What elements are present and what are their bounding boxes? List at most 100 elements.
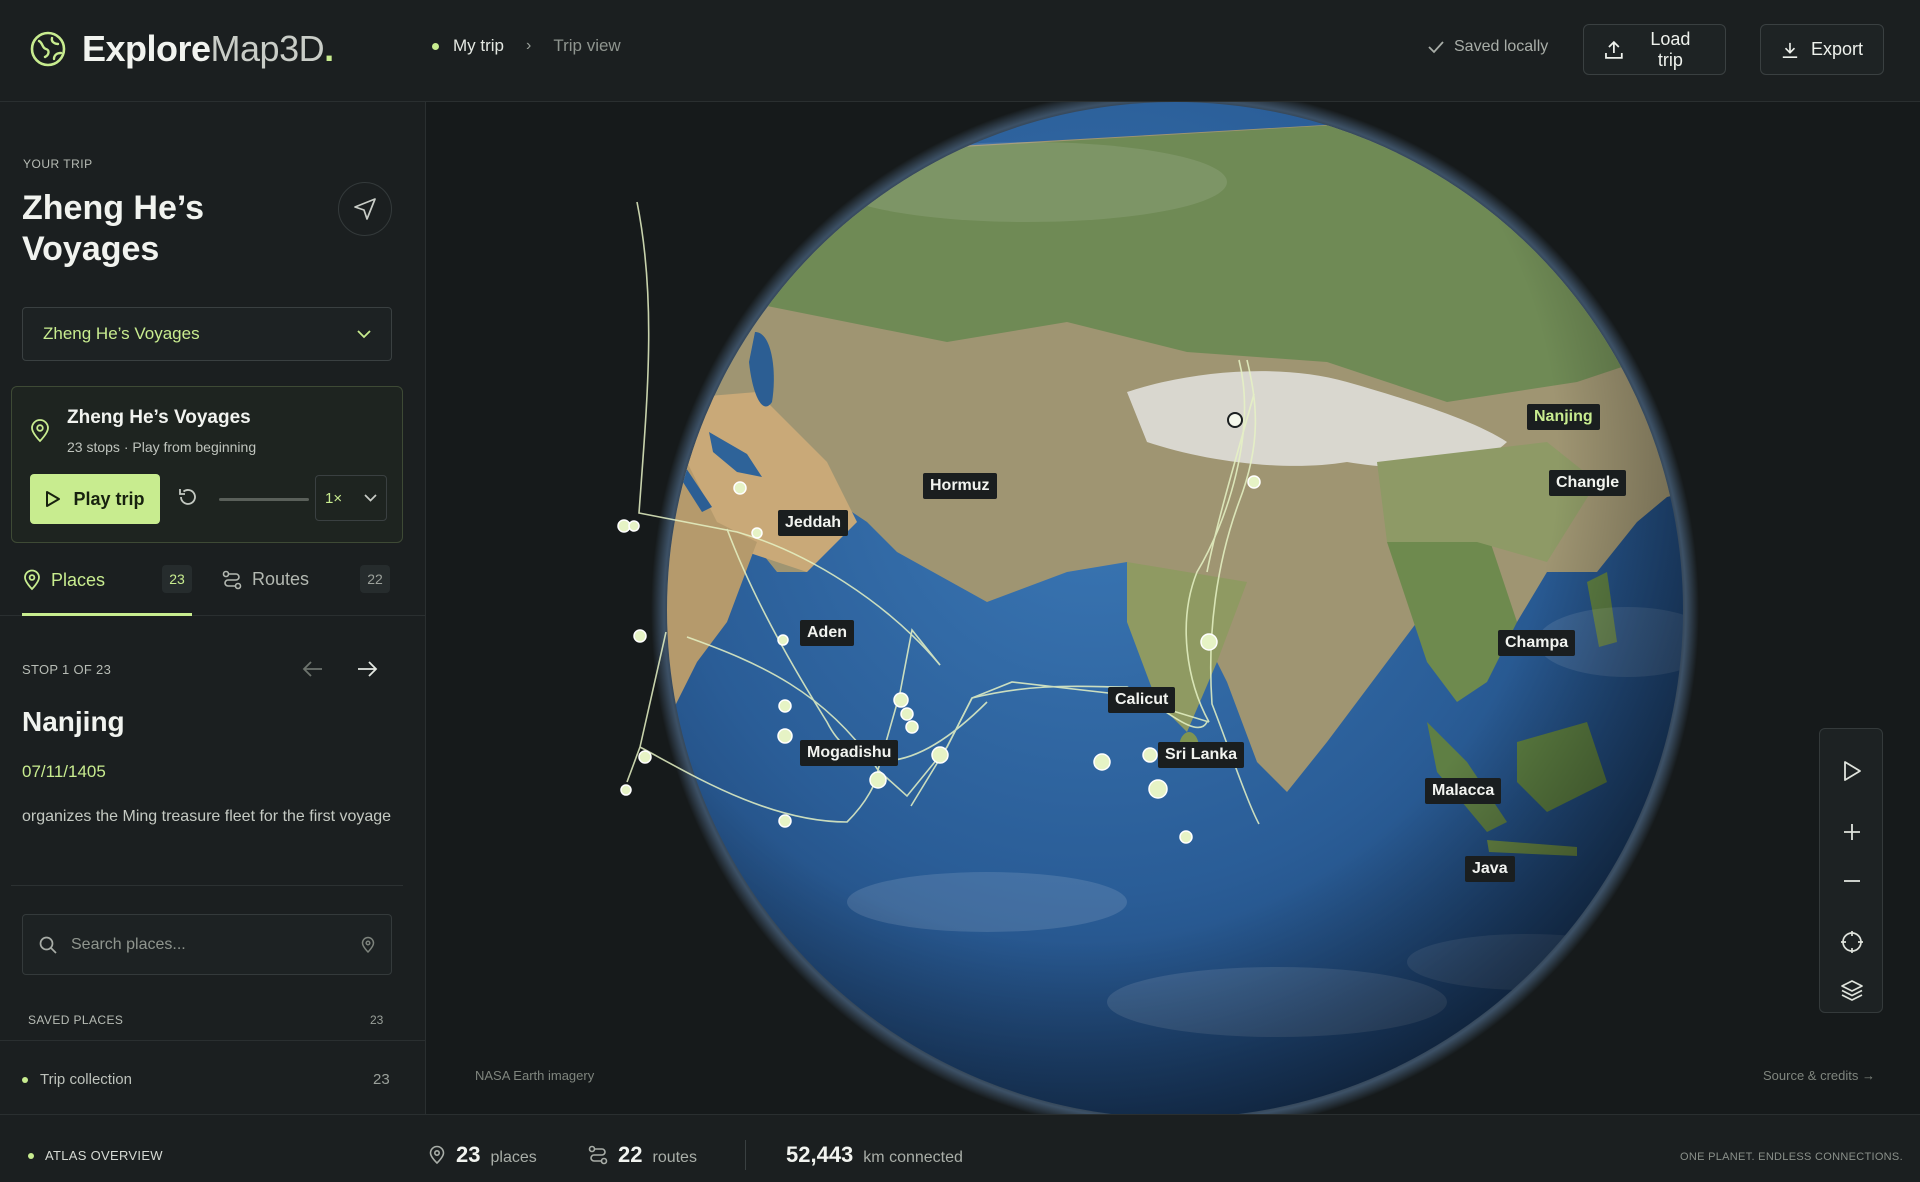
source-credits-link[interactable]: Source & credits →: [1763, 1068, 1875, 1083]
map-viewport[interactable]: Nanjing Changle Hormuz Jeddah Aden Champ…: [427, 102, 1920, 1114]
routes-unit: routes: [652, 1149, 697, 1166]
logo[interactable]: ExploreMap3D.: [28, 28, 334, 70]
play-trip-button[interactable]: Play trip: [30, 474, 160, 524]
stop-marker[interactable]: [893, 692, 909, 708]
stop-marker[interactable]: [1179, 830, 1193, 844]
player-title: Zheng He’s Voyages: [67, 407, 251, 428]
stop-marker[interactable]: [628, 520, 640, 532]
map-label-sri-lanka[interactable]: Sri Lanka: [1158, 742, 1245, 768]
export-button[interactable]: Export: [1760, 24, 1884, 75]
map-label-champa[interactable]: Champa: [1498, 630, 1576, 656]
stop-marker[interactable]: [1200, 633, 1218, 651]
trip-collection-label: Trip collection: [40, 1071, 132, 1088]
stop-name: Nanjing: [22, 706, 125, 737]
places-unit: places: [490, 1149, 537, 1166]
map-label-jeddah[interactable]: Jeddah: [778, 510, 849, 536]
land-africa-green: [427, 702, 667, 1114]
search-icon: [39, 936, 57, 954]
playback-progress-slider[interactable]: [219, 498, 309, 501]
recenter-button[interactable]: [1835, 925, 1869, 959]
logo-dot: .: [324, 28, 334, 69]
speed-select[interactable]: 1×: [315, 475, 387, 521]
logo-text-bold: Explore: [82, 28, 211, 69]
route-line: [626, 746, 641, 783]
distance-stat: 52,443 km connected: [786, 1142, 963, 1168]
layers-button[interactable]: [1835, 973, 1869, 1007]
play-tour-button[interactable]: [1835, 754, 1869, 788]
stop-marker[interactable]: [777, 634, 789, 646]
stop-marker[interactable]: [620, 784, 632, 796]
stop-marker[interactable]: [638, 750, 652, 764]
logo-text: ExploreMap3D.: [82, 28, 334, 70]
zoom-in-button[interactable]: [1835, 815, 1869, 849]
trip-select-value: Zheng He’s Voyages: [43, 324, 200, 343]
stop-marker[interactable]: [905, 720, 919, 734]
map-label-changle[interactable]: Changle: [1549, 470, 1627, 496]
stop-marker[interactable]: [733, 481, 747, 495]
load-trip-button[interactable]: Load trip: [1583, 24, 1726, 75]
stop-marker[interactable]: [633, 629, 647, 643]
globe[interactable]: [427, 102, 1920, 1114]
trip-collection-item[interactable]: Trip collection: [22, 1071, 132, 1088]
map-label-hormuz[interactable]: Hormuz: [923, 473, 997, 499]
layers-icon: [1841, 980, 1863, 1001]
check-icon: [1428, 41, 1444, 54]
tab-routes[interactable]: Routes: [222, 569, 309, 590]
stop-marker[interactable]: [778, 814, 792, 828]
previous-stop-arrow-icon[interactable]: [302, 660, 324, 678]
stop-marker[interactable]: [778, 699, 792, 713]
atlas-dot: [28, 1152, 34, 1159]
tagline: ONE PLANET. ENDLESS CONNECTIONS.: [1680, 1151, 1903, 1163]
stop-marker[interactable]: [777, 728, 793, 744]
map-label-malacca[interactable]: Malacca: [1425, 778, 1502, 804]
distance-unit: km connected: [863, 1149, 963, 1166]
stop-counter: STOP 1 OF 23: [22, 662, 112, 677]
stop-marker[interactable]: [869, 771, 887, 789]
plus-icon: [1844, 824, 1860, 840]
places-count: 23: [456, 1142, 481, 1167]
map-label-mogadishu[interactable]: Mogadishu: [800, 740, 899, 766]
stop-marker[interactable]: [751, 527, 763, 539]
tab-routes-label: Routes: [252, 569, 310, 589]
map-label-nanjing[interactable]: Nanjing: [1527, 404, 1600, 430]
saved-places-count: 23: [370, 1013, 384, 1027]
routes-stat: 22 routes: [588, 1142, 697, 1168]
tab-routes-count: 22: [360, 565, 390, 593]
stop-marker[interactable]: [900, 707, 914, 721]
next-stop-arrow-icon[interactable]: [356, 660, 378, 678]
navigate-button[interactable]: [338, 182, 392, 236]
tab-places-label: Places: [51, 569, 106, 590]
map-label-aden[interactable]: Aden: [800, 620, 854, 646]
replay-icon[interactable]: [177, 486, 199, 508]
map-pin-icon: [31, 419, 49, 443]
active-tab-indicator: [22, 613, 192, 616]
search-places-input[interactable]: [71, 935, 347, 954]
stop-marker[interactable]: [1093, 753, 1111, 771]
sidebar-tabs: Places 23 Routes 22: [0, 549, 426, 616]
tab-places[interactable]: Places: [23, 569, 105, 591]
navigation-arrow-icon: [354, 198, 376, 220]
speed-value: 1×: [325, 489, 343, 507]
location-pin-icon[interactable]: [361, 936, 375, 954]
upload-icon: [1605, 40, 1623, 59]
pin-icon: [429, 1145, 445, 1165]
saved-status-text: Saved locally: [1454, 38, 1549, 55]
map-label-calicut[interactable]: Calicut: [1108, 687, 1176, 713]
trip-select[interactable]: Zheng He’s Voyages: [22, 307, 392, 361]
stop-marker[interactable]: [1247, 475, 1261, 489]
stop-marker[interactable]: [617, 519, 631, 533]
map-label-java[interactable]: Java: [1465, 856, 1515, 882]
route-icon: [222, 570, 242, 589]
zoom-out-button[interactable]: [1835, 864, 1869, 898]
breadcrumb-trip-view[interactable]: Trip view: [553, 36, 620, 56]
stop-marker[interactable]: [1148, 779, 1168, 799]
chevron-right-icon: ›: [526, 37, 532, 54]
globe-logo-icon: [30, 31, 66, 67]
stop-marker[interactable]: [931, 746, 949, 764]
stop-marker[interactable]: [1227, 412, 1243, 428]
routes-count: 22: [618, 1142, 643, 1167]
divider: [11, 885, 403, 886]
breadcrumb-my-trip[interactable]: My trip: [453, 36, 504, 56]
stop-marker[interactable]: [1142, 747, 1158, 763]
distance-value: 52,443: [786, 1142, 854, 1167]
